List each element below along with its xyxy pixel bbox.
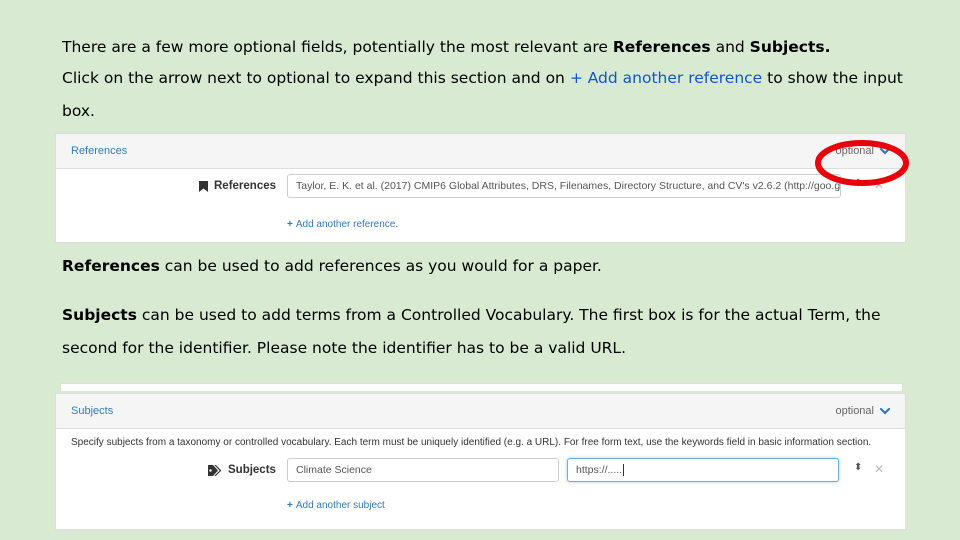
- subjects-description-line-2: second for the identifier. Please note t…: [62, 338, 626, 358]
- subjects-field-label: Subjects: [208, 464, 276, 476]
- references-input-value: Taylor, E. K. et al. (2017) CMIP6 Global…: [296, 180, 841, 192]
- add-reference-text: Add another reference.: [295, 219, 399, 230]
- subjects-desc-text-2: second for the identifier. Please note t…: [62, 339, 626, 357]
- add-another-reference-link[interactable]: + Add another reference.: [287, 219, 398, 230]
- optional-label: optional: [835, 405, 874, 417]
- tags-icon: [208, 464, 222, 476]
- subjects-optional-toggle[interactable]: optional: [835, 405, 891, 417]
- add-subject-text: Add another subject: [295, 500, 385, 511]
- references-desc-bold: References: [62, 257, 160, 275]
- subjects-label-text: Subjects: [228, 464, 276, 476]
- references-panel-title: References: [71, 145, 128, 157]
- subject-term-value: Climate Science: [296, 464, 372, 476]
- intro-line-1: There are a few more optional fields, po…: [62, 37, 831, 57]
- references-input[interactable]: Taylor, E. K. et al. (2017) CMIP6 Global…: [287, 174, 841, 198]
- add-another-subject-link[interactable]: + Add another subject: [287, 500, 385, 511]
- close-icon[interactable]: ✕: [874, 462, 884, 476]
- chevron-down-icon[interactable]: [879, 405, 891, 417]
- intro-text: box.: [62, 102, 95, 120]
- subjects-panel-outer-edge: [60, 383, 903, 391]
- references-panel-header[interactable]: References optional: [56, 134, 905, 169]
- subject-identifier-input[interactable]: https://.....: [567, 458, 839, 482]
- subjects-panel-title: Subjects: [71, 405, 114, 417]
- sort-icon[interactable]: ⬍: [854, 462, 862, 473]
- intro-bold-references: References: [612, 38, 711, 56]
- subjects-panel: Subjects optional Specify subjects from …: [55, 393, 906, 530]
- intro-bold-subjects: Subjects.: [749, 38, 831, 56]
- intro-text: and: [710, 38, 750, 56]
- highlight-circle: [815, 140, 909, 186]
- subjects-panel-header[interactable]: Subjects optional: [56, 394, 905, 429]
- subjects-desc-bold: Subjects: [62, 306, 137, 324]
- bookmark-icon: [199, 180, 208, 192]
- references-label-text: References: [214, 180, 277, 192]
- intro-text: to show the input: [762, 69, 903, 87]
- subject-term-input[interactable]: Climate Science: [287, 458, 559, 482]
- subjects-desc-text: can be used to add terms from a Controll…: [136, 306, 881, 324]
- references-desc-text: can be used to add references as you wou…: [159, 257, 602, 275]
- intro-line-2: Click on the arrow next to optional to e…: [62, 68, 903, 88]
- intro-line-3: box.: [62, 101, 95, 121]
- plus-icon: +: [287, 219, 293, 230]
- subjects-help-text: Specify subjects from a taxonomy or cont…: [71, 437, 872, 448]
- references-description: References can be used to add references…: [62, 256, 602, 276]
- references-field-label: References: [199, 180, 276, 192]
- text-caret: [623, 464, 625, 476]
- intro-add-reference-link: + Add another reference: [569, 69, 763, 87]
- references-panel: References optional References Taylor, E…: [55, 133, 906, 243]
- subject-identifier-value: https://.....: [576, 464, 623, 476]
- intro-text: Click on the arrow next to optional to e…: [62, 69, 570, 87]
- subjects-description-line-1: Subjects can be used to add terms from a…: [62, 305, 881, 325]
- intro-text: There are a few more optional fields, po…: [62, 38, 613, 56]
- plus-icon: +: [287, 500, 293, 511]
